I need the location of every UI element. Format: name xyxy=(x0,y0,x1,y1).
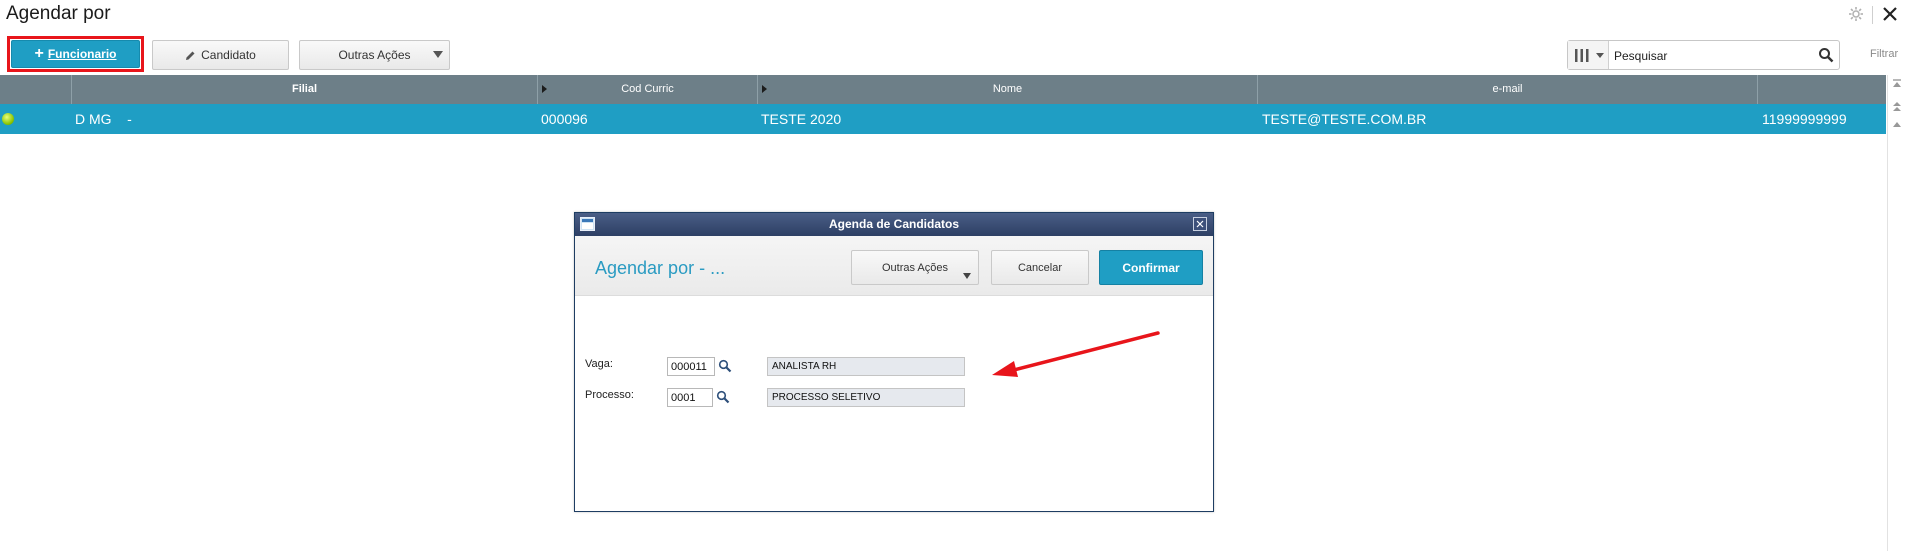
funcionario-label: Funcionario xyxy=(47,47,117,61)
column-resize-icon xyxy=(762,85,767,93)
column-header-status xyxy=(0,75,72,104)
page-title: Agendar por xyxy=(6,3,111,24)
candidato-button[interactable]: Candidato xyxy=(152,40,289,70)
dialog-title: Agenda de Candidatos xyxy=(828,217,959,231)
chevron-down-icon xyxy=(963,273,971,279)
column-header-label: Filial xyxy=(291,83,318,95)
dialog-outras-acoes-button[interactable]: Outras Ações xyxy=(851,250,979,285)
vaga-code-input[interactable] xyxy=(667,357,715,376)
dialog-titlebar: Agenda de Candidatos xyxy=(575,213,1213,236)
scroll-up-page-icon[interactable] xyxy=(1892,101,1902,113)
column-header-label: e-mail xyxy=(1492,83,1523,95)
dialog-close-icon[interactable] xyxy=(1193,217,1207,231)
column-header-email[interactable]: e-mail xyxy=(1258,75,1758,104)
vaga-description: ANALISTA RH xyxy=(767,357,965,376)
candidato-label: Candidato xyxy=(201,48,256,62)
dialog-outras-acoes-label: Outras Ações xyxy=(881,261,949,274)
cell-cod-curric: 000096 xyxy=(541,111,588,127)
close-icon[interactable] xyxy=(1880,4,1900,24)
filter-link[interactable]: Filtrar xyxy=(1870,48,1898,60)
processo-description: PROCESSO SELETIVO xyxy=(767,388,965,407)
table-header: Filial Cod Curric Nome e-mail xyxy=(0,75,1886,104)
dialog-header: Agendar por - ... Outras Ações Cancelar … xyxy=(575,236,1213,296)
column-header-label: Nome xyxy=(992,83,1023,95)
column-header-cod-curric[interactable]: Cod Curric xyxy=(538,75,758,104)
chevron-down-icon xyxy=(433,51,443,58)
dialog-heading: Agendar por - ... xyxy=(595,258,726,278)
search-box xyxy=(1567,40,1840,70)
scroll-top-icon[interactable] xyxy=(1892,79,1902,91)
column-resize-icon xyxy=(542,85,547,93)
funcionario-button[interactable]: + Funcionario xyxy=(11,40,140,68)
vertical-scrollbar[interactable] xyxy=(1887,75,1905,551)
cell-filial: D MG - xyxy=(75,111,132,127)
cell-nome: TESTE 2020 xyxy=(761,111,842,127)
status-dot-icon xyxy=(2,113,14,125)
search-input[interactable] xyxy=(1612,44,1811,68)
cell-email: TESTE@TESTE.COM.BR xyxy=(1262,111,1427,127)
columns-icon xyxy=(1575,49,1589,62)
pencil-icon xyxy=(186,51,195,60)
processo-label: Processo: xyxy=(585,389,634,401)
plus-icon: + xyxy=(34,45,44,62)
column-header-telefone[interactable] xyxy=(1758,75,1886,104)
confirm-button[interactable]: Confirmar xyxy=(1099,250,1203,285)
lookup-icon[interactable] xyxy=(718,359,732,373)
search-icon[interactable] xyxy=(1818,47,1834,63)
column-header-label: Cod Curric xyxy=(621,83,674,95)
vaga-label: Vaga: xyxy=(585,358,613,370)
outras-acoes-label: Outras Ações xyxy=(338,48,411,62)
processo-code-input[interactable] xyxy=(667,388,713,407)
annotation-arrow-icon xyxy=(992,331,1160,377)
chevron-down-icon xyxy=(1596,53,1604,58)
cancel-button[interactable]: Cancelar xyxy=(991,250,1089,285)
scroll-up-icon[interactable] xyxy=(1892,119,1902,131)
column-header-nome[interactable]: Nome xyxy=(758,75,1258,104)
column-header-filial[interactable]: Filial xyxy=(72,75,538,104)
outras-acoes-button[interactable]: Outras Ações xyxy=(299,40,450,70)
columns-toggle-button[interactable] xyxy=(1568,41,1609,69)
title-divider xyxy=(1872,6,1873,24)
settings-icon[interactable] xyxy=(1848,6,1864,22)
cell-telefone: 11999999999 xyxy=(1762,111,1847,127)
lookup-icon[interactable] xyxy=(716,390,730,404)
table-row[interactable]: D MG - 000096 TESTE 2020 TESTE@TESTE.COM… xyxy=(0,104,1886,134)
